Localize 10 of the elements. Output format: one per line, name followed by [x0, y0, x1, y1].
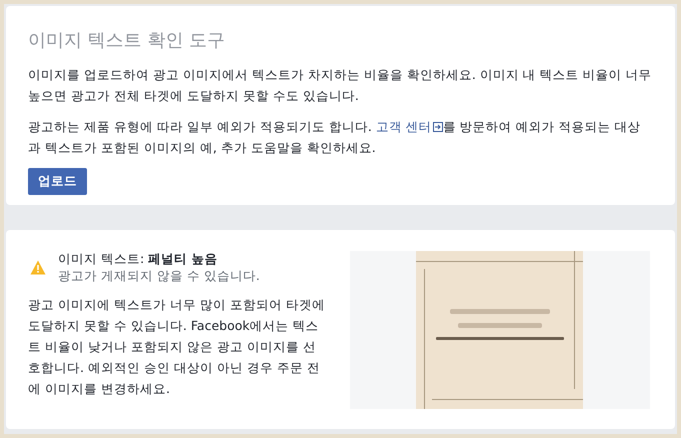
- warning-icon: [30, 260, 46, 275]
- upload-button[interactable]: 업로드: [28, 168, 87, 195]
- help-center-link[interactable]: 고객 센터: [376, 119, 443, 134]
- rating-subtitle: 광고가 게재되지 않을 수 있습니다.: [58, 267, 260, 284]
- description-text: 이미지를 업로드하여 광고 이미지에서 텍스트가 차지하는 비율을 확인하세요. 이미지 내 텍스트 비율이 너무 높으면 광고가 전체 타겟에 도달하지 못할 수도 있습니다.: [28, 66, 653, 105]
- card-title: 이미지 텍스트 확인 도구: [28, 29, 226, 52]
- help-text: 광고하는 제품 유형에 따라 일부 예외가 적용되기도 합니다. 고객 센터 를 방문하여 예외가 적용되는 대상과 텍스트가 포함된 이미지의 예, 추가 도움말을 확인하세요.: [28, 118, 642, 157]
- external-link-icon: [432, 122, 443, 132]
- rating-text: 이미지 텍스트: 페널티 높음: [58, 250, 219, 267]
- message-text: 광고 이미지에 텍스트가 너무 많이 포함되어 타겟에 도달하지 못할 수 있습니다. Facebook에서는 텍스트 비율이 낮거나 포함되지 않은 광고 이미지를 선호합니다. 예외적인 승인 대상이 아닌 경우 주문 전에 이미지를 변경하세요.: [28, 296, 326, 398]
